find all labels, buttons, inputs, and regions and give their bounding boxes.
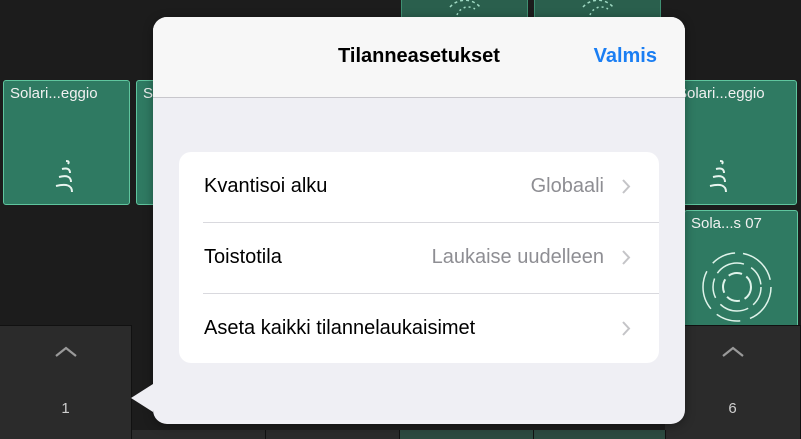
cell-solari-arpeggio-left[interactable]: Solari...eggio (3, 80, 130, 205)
spiral-cone-icon (55, 160, 73, 193)
chevron-up-icon (721, 346, 744, 357)
settings-group: Kvantisoi alku Globaali Toistotila Lauka… (179, 152, 659, 363)
popover-arrow (131, 384, 153, 412)
popover-header: Tilanneasetukset Valmis (153, 17, 685, 98)
trigger-strip (534, 430, 666, 439)
row-quantize-start[interactable]: Kvantisoi alku Globaali (179, 152, 659, 222)
chevron-right-icon (622, 179, 631, 194)
row-label: Toistotila (204, 246, 282, 268)
row-label: Kvantisoi alku (204, 175, 328, 197)
trigger-strip (266, 430, 400, 439)
scene-settings-popover: Tilanneasetukset Valmis Kvantisoi alku G… (131, 17, 685, 424)
scene-trigger-1[interactable]: 1 (0, 325, 132, 439)
done-button[interactable]: Valmis (594, 45, 657, 68)
row-value: Globaali (530, 175, 604, 197)
scene-trigger-6[interactable]: 6 (665, 325, 801, 439)
row-play-mode[interactable]: Toistotila Laukaise uudelleen (179, 223, 659, 293)
trigger-number: 1 (61, 400, 70, 417)
trigger-number: 6 (728, 400, 737, 417)
spiral-cone-icon (709, 160, 727, 193)
circular-rings-icon (702, 252, 772, 322)
row-set-all-scene-triggers[interactable]: Aseta kaikki tilannelaukaisimet (179, 294, 659, 363)
cell-title: S (143, 85, 154, 102)
trigger-strip (400, 430, 534, 439)
chevron-up-icon (54, 346, 77, 357)
cell-title: Solari...eggio (677, 85, 765, 102)
cell-title: Solari...eggio (10, 85, 98, 102)
row-value: Laukaise uudelleen (431, 246, 604, 268)
cell-title: Sola...s 07 (691, 215, 762, 232)
cell-solas-07[interactable]: Sola...s 07 (684, 210, 798, 338)
chevron-right-icon (622, 250, 631, 265)
row-label: Aseta kaikki tilannelaukaisimet (204, 317, 476, 339)
cell-solari-arpeggio-right[interactable]: Solari...eggio (670, 80, 797, 205)
chevron-right-icon (622, 321, 631, 336)
trigger-strip (132, 430, 266, 439)
